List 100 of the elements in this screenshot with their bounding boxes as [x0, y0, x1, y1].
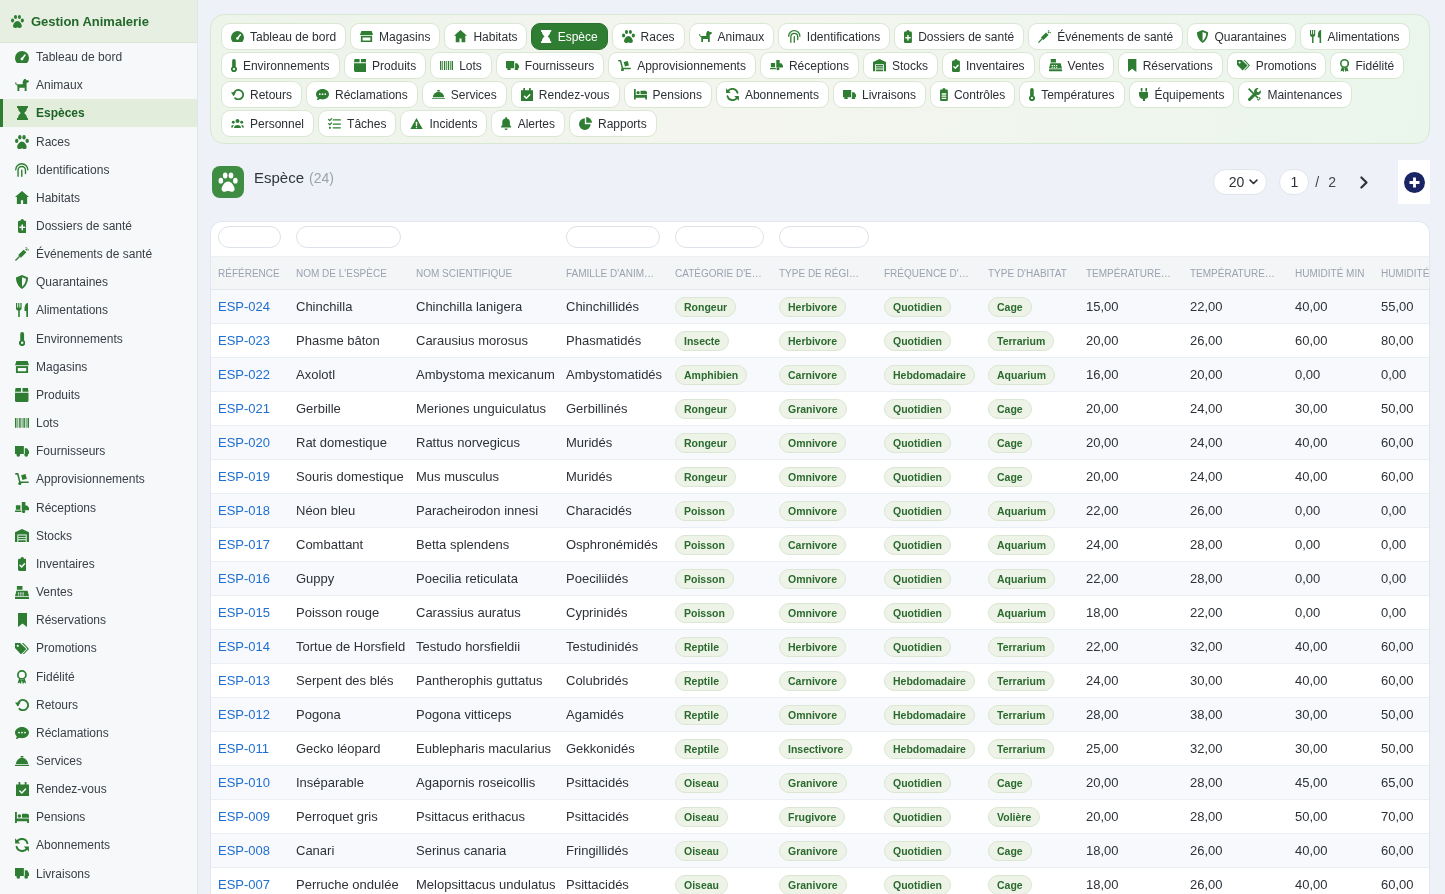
tab[interactable]: Équipements: [1128, 81, 1235, 108]
tab[interactable]: Services: [421, 81, 507, 108]
reference-link[interactable]: ESP-015: [218, 605, 271, 620]
sidebar-item[interactable]: Alimentations: [0, 296, 197, 325]
sidebar-item[interactable]: Livraisons: [0, 859, 197, 888]
reference-link[interactable]: ESP-014: [218, 639, 271, 654]
sidebar-item[interactable]: Races: [0, 127, 197, 156]
sidebar-item[interactable]: Réceptions: [0, 493, 197, 522]
sidebar-item[interactable]: Abonnements: [0, 831, 197, 860]
tab[interactable]: Contrôles: [930, 81, 1016, 108]
tab[interactable]: Stocks: [862, 52, 938, 79]
speech-bubble-icon: [15, 726, 29, 740]
sidebar-item[interactable]: Fournisseurs: [0, 437, 197, 466]
reference-link[interactable]: ESP-011: [218, 741, 270, 756]
tab[interactable]: Magasins: [350, 23, 441, 50]
sidebar-item[interactable]: Inventaires: [0, 549, 197, 578]
sidebar-item[interactable]: Retours: [0, 690, 197, 719]
record-count: (24): [309, 170, 334, 186]
tab[interactable]: Livraisons: [832, 81, 926, 108]
tab[interactable]: Produits: [343, 52, 427, 79]
tab[interactable]: Tâches: [318, 110, 397, 137]
reference-link[interactable]: ESP-007: [218, 877, 271, 892]
tab[interactable]: Réservations: [1118, 52, 1223, 79]
page-size-select[interactable]: 20: [1213, 169, 1268, 195]
sidebar-item[interactable]: Réclamations: [0, 718, 197, 747]
tab[interactable]: Espèce: [531, 23, 608, 50]
sidebar-item[interactable]: Rendez-vous: [0, 775, 197, 804]
tag-badge: Reptile: [675, 636, 728, 657]
sidebar-item[interactable]: Lots: [0, 409, 197, 438]
reference-link[interactable]: ESP-012: [218, 707, 271, 722]
tab[interactable]: Quarantaines: [1187, 23, 1297, 50]
filter-input[interactable]: [296, 226, 401, 248]
sidebar-item[interactable]: Fidélité: [0, 662, 197, 691]
sidebar-item[interactable]: Habitats: [0, 183, 197, 212]
tab[interactable]: Réceptions: [759, 52, 859, 79]
reference-link[interactable]: ESP-017: [218, 537, 271, 552]
filter-input[interactable]: [218, 226, 281, 248]
sidebar-item[interactable]: Identifications: [0, 155, 197, 184]
tab[interactable]: Inventaires: [942, 52, 1035, 79]
tab[interactable]: Habitats: [444, 23, 528, 50]
add-button[interactable]: [1398, 160, 1430, 204]
tab[interactable]: Abonnements: [715, 81, 829, 108]
sidebar-item[interactable]: Ventes: [0, 577, 197, 607]
sidebar-item[interactable]: Services: [0, 746, 197, 776]
sidebar-item[interactable]: Pensions: [0, 803, 197, 832]
tab[interactable]: Fournisseurs: [495, 52, 605, 79]
tab[interactable]: Alimentations: [1300, 23, 1410, 50]
filter-input[interactable]: [675, 226, 764, 248]
tab[interactable]: Environnements: [221, 52, 340, 79]
tab[interactable]: Promotions: [1226, 52, 1327, 79]
tab[interactable]: Pensions: [623, 81, 712, 108]
sidebar-item[interactable]: Environnements: [0, 324, 197, 353]
tab[interactable]: Identifications: [778, 23, 891, 50]
sidebar-item[interactable]: Stocks: [0, 521, 197, 550]
page-input[interactable]: 1: [1279, 169, 1310, 195]
reference-link[interactable]: ESP-018: [218, 503, 271, 518]
reference-link[interactable]: ESP-008: [218, 843, 271, 858]
tab[interactable]: Ventes: [1038, 52, 1115, 79]
tab[interactable]: Animaux: [688, 23, 775, 50]
tab[interactable]: Dossiers de santé: [894, 23, 1025, 50]
reference-link[interactable]: ESP-013: [218, 673, 271, 688]
tab[interactable]: Alertes: [491, 110, 565, 137]
sidebar-item[interactable]: Magasins: [0, 352, 197, 381]
tab[interactable]: Races: [611, 23, 685, 50]
sidebar-item[interactable]: Tableau de bord: [0, 43, 197, 72]
table-cell: 20,00: [1086, 333, 1119, 348]
sidebar-item[interactable]: Dossiers de santé: [0, 211, 197, 241]
sidebar-item[interactable]: Événements de santé: [0, 240, 197, 269]
reference-link[interactable]: ESP-009: [218, 809, 271, 824]
sidebar-item[interactable]: Animaux: [0, 71, 197, 100]
tab[interactable]: Maintenances: [1238, 81, 1353, 108]
tab[interactable]: Tableau de bord: [221, 23, 347, 50]
tab[interactable]: Fidélité: [1330, 52, 1405, 79]
tab[interactable]: Approvisionnements: [608, 52, 756, 79]
reference-link[interactable]: ESP-022: [218, 367, 271, 382]
tab[interactable]: Rendez-vous: [510, 81, 620, 108]
reference-link[interactable]: ESP-019: [218, 469, 271, 484]
reference-link[interactable]: ESP-024: [218, 299, 271, 314]
reference-link[interactable]: ESP-023: [218, 333, 271, 348]
filter-input[interactable]: [779, 226, 869, 248]
tab[interactable]: Rapports: [569, 110, 657, 137]
sidebar-item[interactable]: Réservations: [0, 606, 197, 635]
sidebar-item[interactable]: Espèces: [0, 99, 197, 128]
sidebar-item[interactable]: Produits: [0, 380, 197, 410]
tab[interactable]: Températures: [1019, 81, 1125, 108]
sidebar-item[interactable]: Approvisionnements: [0, 465, 197, 494]
reference-link[interactable]: ESP-010: [218, 775, 271, 790]
tab[interactable]: Personnel: [221, 110, 315, 137]
tab[interactable]: Incidents: [400, 110, 488, 137]
filter-input[interactable]: [566, 226, 660, 248]
reference-link[interactable]: ESP-016: [218, 571, 271, 586]
tab[interactable]: Événements de santé: [1028, 23, 1184, 50]
reference-link[interactable]: ESP-021: [218, 401, 271, 416]
sidebar-item[interactable]: Quarantaines: [0, 268, 197, 297]
tab[interactable]: Lots: [430, 52, 492, 79]
tag-badge: Quotidien: [884, 602, 951, 623]
tab[interactable]: Retours: [221, 81, 303, 108]
tab[interactable]: Réclamations: [306, 81, 418, 108]
reference-link[interactable]: ESP-020: [218, 435, 271, 450]
sidebar-item[interactable]: Promotions: [0, 634, 197, 663]
